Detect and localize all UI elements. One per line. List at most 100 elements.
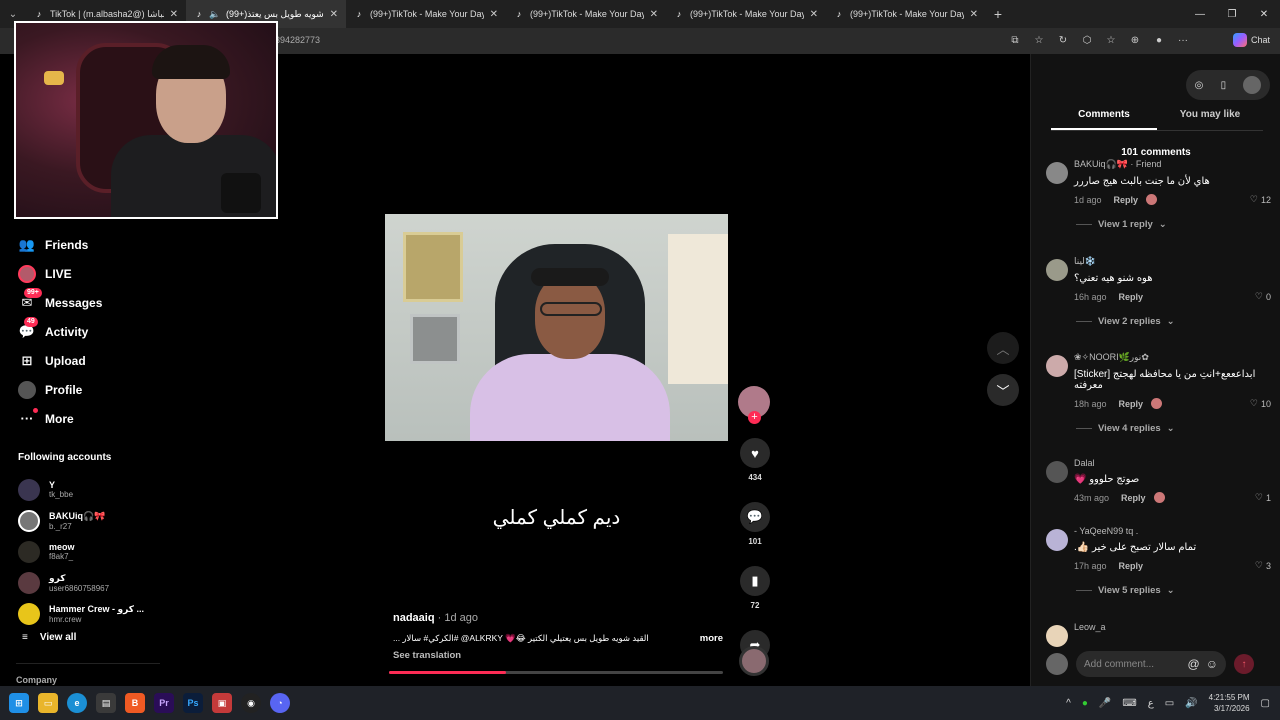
close-tab-icon[interactable]: ✕ [330,9,338,20]
app-icon[interactable]: ▣ [212,693,232,713]
tab-comments[interactable]: Comments [1051,109,1157,130]
video-player[interactable] [385,214,728,441]
microphone-icon[interactable]: 🎤 [1099,698,1111,709]
volume-icon[interactable]: 🔊 [1185,698,1197,709]
reply-button[interactable]: Reply [1119,561,1144,571]
sidebar-item-friends[interactable]: 👥 Friends [18,230,168,259]
notifications-icon[interactable]: ▢ [1261,698,1270,709]
split-screen-icon[interactable]: ⧉ [1008,32,1022,48]
new-tab-button[interactable]: + [986,6,1010,22]
sidebar-item-activity[interactable]: 💬 49 Activity [18,316,168,346]
comment-author[interactable]: - YaQeeN99 tq . [1074,526,1271,536]
following-account[interactable]: كرو user6860758967 [18,567,168,598]
comment-like-button[interactable]: ♡ 1 [1255,492,1271,503]
collections-icon[interactable]: ⊕ [1128,32,1142,48]
follow-plus-icon[interactable]: + [748,411,761,424]
comment-input[interactable]: Add comment... @ ☺ [1076,651,1226,677]
comment-author[interactable]: BAKUiq🎧🎀 · Friend [1074,159,1271,170]
store-icon[interactable]: ▤ [96,693,116,713]
close-tab-icon[interactable]: ✕ [170,9,178,20]
reply-button[interactable]: Reply [1119,399,1144,409]
following-account[interactable]: BAKUiq🎧🎀 b._r27 [18,505,168,536]
reply-button[interactable]: Reply [1119,292,1144,302]
avatar[interactable] [1046,355,1068,377]
browser-tab[interactable]: ♪ (99+)TikTok - Make Your Day ✕ [666,0,826,28]
user-avatar[interactable] [1243,76,1262,94]
sidebar-item-live[interactable]: LIVE [18,259,168,288]
comment-author[interactable]: لينا❄️ [1074,256,1271,267]
close-window-icon[interactable]: ✕ [1248,0,1280,28]
copilot-chat-button[interactable]: Chat [1232,33,1270,47]
avatar[interactable] [1046,162,1068,184]
view-replies-button[interactable]: View 1 reply ⌄ [1076,219,1271,230]
favorite-star-icon[interactable]: ☆ [1032,32,1046,48]
extensions-icon[interactable]: ⬡ [1080,32,1094,48]
sidebar-item-messages[interactable]: ✉ 99+ Messages [18,287,168,317]
chevron-up-icon[interactable]: ^ [1066,698,1071,709]
profile-avatar-icon[interactable]: ● [1152,32,1166,48]
view-replies-button[interactable]: View 4 replies ⌄ [1076,423,1271,434]
phone-icon[interactable]: ▯ [1221,80,1227,91]
avatar[interactable] [1046,625,1068,647]
video-author[interactable]: nadaaiq · 1d ago [393,612,723,624]
comment-icon[interactable]: 💬 [740,502,770,532]
view-replies-button[interactable]: View 2 replies ⌄ [1076,316,1271,327]
speaker-icon[interactable]: 🔈 [209,9,220,19]
avatar[interactable] [1046,461,1068,483]
close-tab-icon[interactable]: ✕ [490,9,498,20]
bookmark-icon[interactable]: ▮ [740,566,770,596]
company-link[interactable]: Company [16,675,57,685]
browser-tab[interactable]: ♪ (99+)TikTok - Make Your Day ✕ [506,0,666,28]
clock[interactable]: 4:21:55 PM 3/17/2026 [1209,692,1250,714]
sidebar-item-upload[interactable]: ⊞ Upload [18,346,168,375]
discord-icon[interactable]: ◔ [270,693,290,713]
restore-icon[interactable]: ❐ [1216,0,1248,28]
refresh-icon[interactable]: ↻ [1056,32,1070,48]
next-video-chevron-down-icon[interactable]: ﹀ [987,374,1019,406]
network-icon[interactable]: ● [1082,698,1088,709]
heart-icon[interactable]: ♥ [740,438,770,468]
view-all-link[interactable]: ≡ View all [22,632,76,643]
browser-tab[interactable]: ♪ (99+)TikTok - Make Your Day ✕ [826,0,986,28]
favorites-icon[interactable]: ☆ [1104,32,1118,48]
windows-start-icon[interactable]: ⊞ [9,693,29,713]
following-account[interactable]: meow f8ak7_ [18,536,168,567]
sidebar-item-more[interactable]: ··· More [18,404,168,433]
comment-like-button[interactable]: ♡ 0 [1255,291,1271,302]
browser-tab[interactable]: ♪ (99+)TikTok - Make Your Day ✕ [346,0,506,28]
comment-like-button[interactable]: ♡ 12 [1250,194,1271,205]
obs-icon[interactable]: ◉ [241,693,261,713]
comment-like-button[interactable]: ♡ 10 [1250,398,1271,409]
previous-video-chevron-up-icon[interactable]: ︿ [987,332,1019,364]
comment-like-button[interactable]: ♡ 3 [1255,560,1271,571]
emoji-icon[interactable]: ☺ [1206,657,1218,671]
author-avatar[interactable]: + [738,386,770,424]
more-options-icon[interactable]: ··· [1176,32,1190,48]
language-icon[interactable]: ع [1148,698,1154,709]
wifi-icon[interactable]: ▭ [1165,698,1174,709]
edge-browser-icon[interactable]: e [67,693,87,713]
following-account[interactable]: Hammer Crew - كرو ... hmr.crew [18,598,168,629]
reply-button[interactable]: Reply [1114,195,1139,205]
close-tab-icon[interactable]: ✕ [810,9,818,20]
premiere-icon[interactable]: Pr [154,693,174,713]
tab-you-may-like[interactable]: You may like [1157,109,1263,130]
see-translation-link[interactable]: See translation [393,650,723,661]
keyboard-icon[interactable]: ⌨ [1122,698,1136,709]
avatar[interactable] [1046,259,1068,281]
view-replies-button[interactable]: View 5 replies ⌄ [1076,585,1271,596]
avatar[interactable] [1046,529,1068,551]
comment-author[interactable]: Leow_a [1074,622,1271,632]
mention-icon[interactable]: @ [1188,657,1200,671]
file-explorer-icon[interactable]: ▭ [38,693,58,713]
send-arrow-icon[interactable]: ↑ [1234,654,1254,674]
reply-button[interactable]: Reply [1121,493,1146,503]
music-disc-avatar[interactable] [739,646,769,676]
more-link[interactable]: more [700,633,723,644]
close-tab-icon[interactable]: ✕ [970,9,978,20]
photoshop-icon[interactable]: Ps [183,693,203,713]
close-tab-icon[interactable]: ✕ [650,9,658,20]
minimize-icon[interactable]: — [1184,0,1216,28]
video-progress-bar[interactable] [389,671,723,674]
compass-icon[interactable]: ◎ [1195,80,1204,91]
